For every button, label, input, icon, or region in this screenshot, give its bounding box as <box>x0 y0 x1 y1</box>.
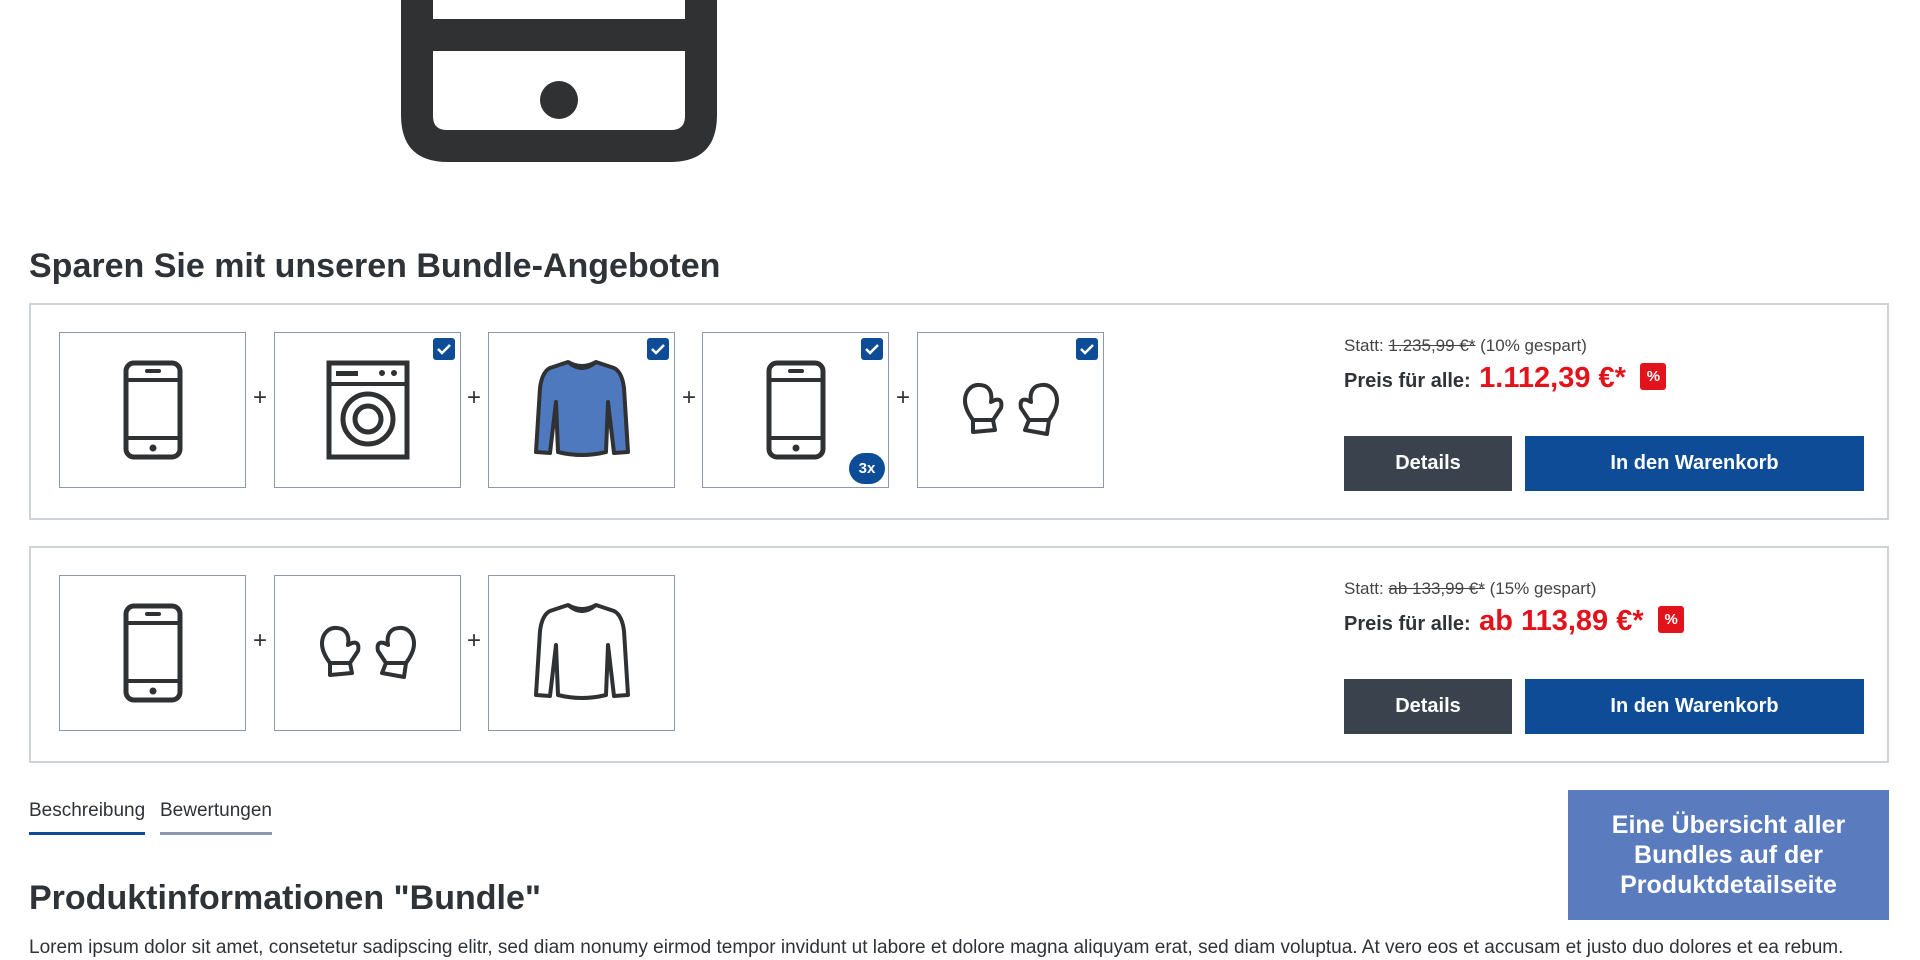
selected-checkbox[interactable] <box>1076 338 1098 360</box>
statt-label: Statt: <box>1344 579 1384 598</box>
product-description-text: Lorem ipsum dolor sit amet, consetetur s… <box>29 937 1844 958</box>
smartphone-icon <box>123 603 182 703</box>
plus-sign: + <box>681 384 696 411</box>
details-button[interactable]: Details <box>1344 679 1512 734</box>
statt-label: Statt: <box>1344 336 1384 355</box>
selected-checkbox[interactable] <box>861 338 883 360</box>
bundle-product-mittens[interactable] <box>274 575 461 731</box>
original-price-line: Statt: ab 133,99 €* (15% gespart) <box>1344 579 1596 599</box>
bundle-price-line: Preis für alle: ab 113,89 €* % <box>1344 605 1685 638</box>
bundle-price: ab 113,89 €* <box>1479 605 1644 637</box>
selected-checkbox[interactable] <box>647 338 669 360</box>
main-product-smartphone-icon <box>401 0 717 162</box>
smartphone-icon <box>123 360 182 460</box>
discount-badge: % <box>1658 606 1685 633</box>
original-price: 1.235,99 €* <box>1388 336 1476 355</box>
price-label: Preis für alle: <box>1344 613 1471 635</box>
add-to-cart-button[interactable]: In den Warenkorb <box>1525 436 1864 491</box>
bundle-card: + + Statt: ab 133,99 €* (15% gespart) Pr… <box>29 546 1889 763</box>
bundle-product-smartphone[interactable]: 3x <box>702 332 889 488</box>
saved-percent: (10% gespart) <box>1480 336 1587 355</box>
washing-machine-icon <box>326 360 409 460</box>
bundles-overview-banner: Eine Übersicht aller Bundles auf der Pro… <box>1568 790 1889 920</box>
original-price-line: Statt: 1.235,99 €* (10% gespart) <box>1344 336 1587 356</box>
tab-bewertungen[interactable]: Bewertungen <box>160 800 272 835</box>
bundle-product-smartphone[interactable] <box>59 575 246 731</box>
bundle-product-mittens[interactable] <box>917 332 1104 488</box>
original-price: ab 133,99 €* <box>1388 579 1485 598</box>
tab-beschreibung[interactable]: Beschreibung <box>29 800 146 835</box>
checkmark-icon <box>437 344 451 355</box>
add-to-cart-button[interactable]: In den Warenkorb <box>1525 679 1864 734</box>
bundle-price-line: Preis für alle: 1.112,39 €* % <box>1344 362 1667 395</box>
plus-sign: + <box>252 627 267 654</box>
bundle-product-washing-machine[interactable] <box>274 332 461 488</box>
bundle-product-longsleeve-shirt[interactable] <box>488 575 675 731</box>
mittens-icon <box>319 625 416 679</box>
plus-sign: + <box>895 384 910 411</box>
selected-checkbox[interactable] <box>433 338 455 360</box>
bundle-price: 1.112,39 €* <box>1479 362 1626 394</box>
longsleeve-shirt-outline-icon <box>533 603 630 700</box>
plus-sign: + <box>466 627 481 654</box>
plus-sign: + <box>252 384 267 411</box>
bundle-product-smartphone[interactable] <box>59 332 246 488</box>
discount-badge: % <box>1640 363 1667 390</box>
bundle-card: + + + 3x + Statt: 1.235,99 €* (10% gespa… <box>29 303 1889 520</box>
details-button[interactable]: Details <box>1344 436 1512 491</box>
bundles-heading: Sparen Sie mit unseren Bundle-Angeboten <box>29 247 721 285</box>
mittens-icon <box>962 382 1059 436</box>
longsleeve-shirt-icon <box>533 360 630 457</box>
smartphone-icon <box>766 360 825 460</box>
checkmark-icon <box>1080 344 1094 355</box>
plus-sign: + <box>466 384 481 411</box>
bundle-product-longsleeve-shirt[interactable] <box>488 332 675 488</box>
checkmark-icon <box>651 344 665 355</box>
checkmark-icon <box>865 344 879 355</box>
product-info-heading: Produktinformationen "Bundle" <box>29 879 542 917</box>
saved-percent: (15% gespart) <box>1489 579 1597 598</box>
quantity-badge: 3x <box>849 453 885 484</box>
price-label: Preis für alle: <box>1344 370 1471 392</box>
